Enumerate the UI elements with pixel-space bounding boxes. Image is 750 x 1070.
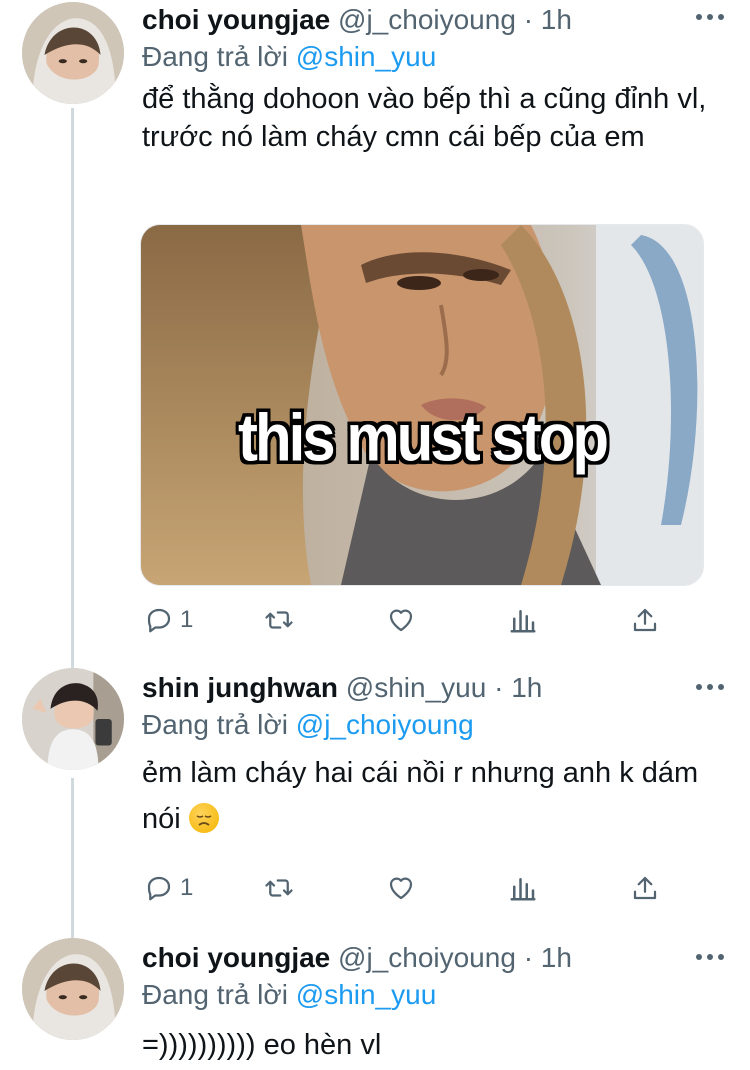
meme-caption: this must stop xyxy=(237,399,609,476)
reply-button[interactable]: 1 xyxy=(144,868,193,908)
timestamp[interactable]: 1h xyxy=(541,4,572,35)
avatar-photo xyxy=(22,668,124,770)
tweet-header: shin junghwan @shin_yuu · 1h xyxy=(142,670,730,706)
tweet-actions: 1 xyxy=(140,600,680,640)
share-button[interactable] xyxy=(630,600,660,640)
replying-to-label: Đang trả lời xyxy=(142,41,288,72)
tweet-text: ẻm làm cháy hai cái nồi r nhưng anh k dá… xyxy=(142,757,699,835)
display-name[interactable]: choi youngjae xyxy=(142,4,330,35)
separator-dot: · xyxy=(523,4,534,35)
user-handle[interactable]: @shin_yuu xyxy=(346,672,487,703)
user-handle[interactable]: @j_choiyoung xyxy=(338,4,516,35)
separator-dot: · xyxy=(494,672,504,703)
share-icon xyxy=(633,608,657,632)
avatar[interactable] xyxy=(22,2,124,104)
replying-to: Đang trả lời @shin_yuu xyxy=(142,38,730,76)
reply-mention-link[interactable]: @j_choiyoung xyxy=(296,709,474,740)
replying-to: Đang trả lời @j_choiyoung xyxy=(142,706,730,744)
like-icon xyxy=(389,877,413,900)
avatar-photo xyxy=(22,938,124,1040)
more-icon[interactable] xyxy=(696,684,724,692)
more-icon[interactable] xyxy=(696,954,724,962)
tweet-header: choi youngjae @j_choiyoung · 1h xyxy=(142,940,730,976)
share-icon xyxy=(633,876,657,900)
tweet-body: ẻm làm cháy hai cái nồi r nhưng anh k dá… xyxy=(142,750,730,842)
display-name[interactable]: shin junghwan xyxy=(142,672,338,703)
tweet-text: =)))))))))) eo hèn vl xyxy=(142,1029,382,1061)
tweet[interactable]: shin junghwan @shin_yuu · 1h Đang trả lờ… xyxy=(0,668,750,928)
analytics-icon xyxy=(510,878,536,901)
tweet-media-image[interactable]: this must stop xyxy=(140,224,704,586)
retweet-icon xyxy=(265,611,293,629)
tweet-header: choi youngjae @j_choiyoung · 1h xyxy=(142,2,730,38)
avatar[interactable] xyxy=(22,668,124,770)
more-icon[interactable] xyxy=(696,14,724,22)
avatar[interactable] xyxy=(22,938,124,1040)
display-name[interactable]: choi youngjae xyxy=(142,942,330,973)
separator-dot: · xyxy=(523,942,534,973)
reply-mention-link[interactable]: @shin_yuu xyxy=(296,41,437,72)
reply-icon xyxy=(147,876,171,901)
reply-button[interactable]: 1 xyxy=(144,600,193,640)
reply-count: 1 xyxy=(180,606,194,633)
user-handle[interactable]: @j_choiyoung xyxy=(338,942,516,973)
tweet[interactable]: choi youngjae @j_choiyoung · 1h Đang trả… xyxy=(0,0,750,650)
tweet-text: để thằng dohoon vào bếp thì a cũng đỉnh … xyxy=(142,83,707,153)
reply-mention-link[interactable]: @shin_yuu xyxy=(296,979,437,1010)
analytics-icon xyxy=(510,610,536,633)
timestamp[interactable]: 1h xyxy=(511,672,542,703)
analytics-button[interactable] xyxy=(508,868,538,908)
tweet-actions: 1 xyxy=(140,868,680,908)
retweet-button[interactable] xyxy=(264,600,294,640)
avatar-photo xyxy=(22,2,124,104)
reply-icon xyxy=(147,608,171,633)
disappointed-face-icon xyxy=(188,803,219,833)
replying-to-label: Đang trả lời xyxy=(142,979,288,1010)
like-icon xyxy=(389,609,413,632)
replying-to-label: Đang trả lời xyxy=(142,709,288,740)
retweet-button[interactable] xyxy=(264,868,294,908)
tweet[interactable]: choi youngjae @j_choiyoung · 1h Đang trả… xyxy=(0,938,750,1070)
share-button[interactable] xyxy=(630,868,660,908)
timestamp[interactable]: 1h xyxy=(541,942,572,973)
analytics-button[interactable] xyxy=(508,600,538,640)
retweet-icon xyxy=(265,879,293,897)
replying-to: Đang trả lời @shin_yuu xyxy=(142,976,730,1014)
like-button[interactable] xyxy=(386,868,416,908)
like-button[interactable] xyxy=(386,600,416,640)
reply-count: 1 xyxy=(180,874,194,901)
